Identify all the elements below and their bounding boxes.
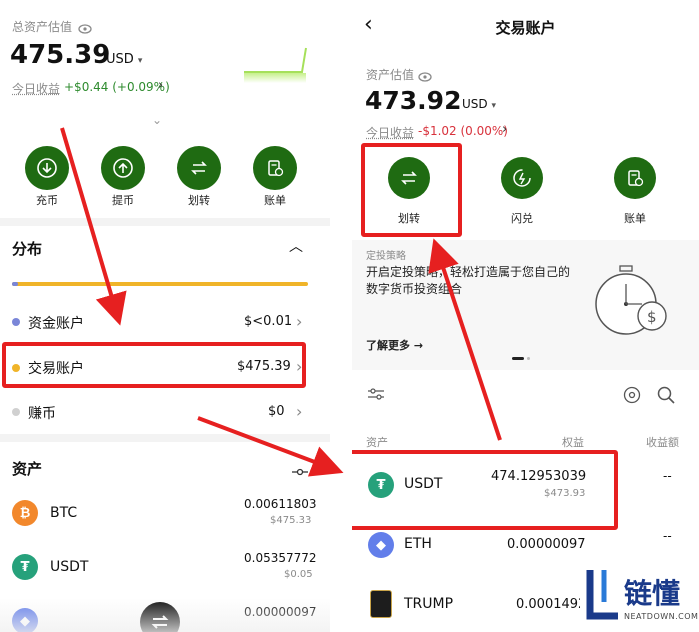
page-title: 交易账户 <box>495 19 556 37</box>
watermark-logo <box>586 570 618 620</box>
asset-amount: 0.00000097 <box>244 605 317 619</box>
panel-gap <box>330 0 352 632</box>
deposit-button[interactable] <box>25 146 69 190</box>
trump-icon <box>370 590 392 618</box>
total-assets-label: 总资产估值 <box>12 20 73 34</box>
asset-amount: 0.00611803 <box>244 497 317 511</box>
earn-dot <box>12 408 20 416</box>
highlight-box-trading-account <box>2 342 306 388</box>
swap-icon <box>151 615 169 629</box>
watermark-domain: NEATDOWN.COM <box>624 612 699 621</box>
col-header-asset: 资产 <box>366 436 388 449</box>
stopwatch-illustration: $ <box>595 265 667 335</box>
flash-swap-label: 闪兑 <box>511 212 533 225</box>
eye-icon[interactable] <box>418 67 432 86</box>
chevron-right-icon: › <box>296 312 303 331</box>
watermark-brand: 链懂 <box>624 577 681 610</box>
watermark: 链懂 NEATDOWN.COM <box>580 562 699 632</box>
account-value: $<0.01 <box>244 314 293 329</box>
trade-fab-button[interactable] <box>140 602 180 632</box>
promo-text: 开启定投策略，轻松打造属于您自己的数字货币投资组合 <box>366 265 571 296</box>
today-pnl-value[interactable]: -$1.02 (0.00%) <box>418 124 508 138</box>
distribution-title: 分布 <box>12 240 43 258</box>
col-header-pnl: 收益额 <box>646 436 679 449</box>
promo-link[interactable]: 了解更多 → <box>366 337 423 353</box>
asset-symbol: USDT <box>50 559 89 575</box>
distribution-bar <box>12 282 308 286</box>
account-name: 资金账户 <box>28 316 84 332</box>
deposit-label: 充币 <box>36 194 58 207</box>
withdraw-label: 提币 <box>112 194 134 207</box>
bill-label: 账单 <box>264 194 286 207</box>
today-pnl-value[interactable]: +$0.44 (+0.09%) <box>64 80 170 94</box>
svg-text:$: $ <box>647 308 657 326</box>
asset-amount: 0.0001492 <box>516 597 587 612</box>
bill-label: 账单 <box>624 212 646 225</box>
collapse-icon[interactable]: ︿ <box>289 236 303 256</box>
asset-amount: 0.00000097 <box>507 537 586 552</box>
carousel-dot <box>527 357 530 360</box>
distribution-bar-funding <box>12 282 18 286</box>
caret-down-icon: ▾ <box>137 56 143 66</box>
transfer-button[interactable] <box>177 146 221 190</box>
asset-symbol: ETH <box>404 536 432 552</box>
eth-icon: ◆ <box>12 608 38 632</box>
search-icon[interactable] <box>657 386 675 408</box>
chevron-right-icon: › <box>296 402 303 421</box>
col-header-equity: 权益 <box>562 436 584 449</box>
btc-icon: ₿ <box>12 500 38 526</box>
promo-card[interactable]: 定投策略 开启定投策略，轻松打造属于您自己的数字货币投资组合 了解更多 → $ <box>352 240 699 370</box>
promo-tag: 定投策略 <box>366 251 406 262</box>
chevron-right-icon[interactable]: › <box>158 78 163 93</box>
today-pnl-label: 今日收益 <box>366 126 415 140</box>
carousel-dot-active <box>512 357 524 360</box>
transfer-label: 划转 <box>188 194 210 207</box>
currency-label: USD <box>462 97 488 111</box>
bill-icon <box>628 170 644 187</box>
asset-amount: 0.05357772 <box>244 551 317 565</box>
asset-usd: $475.33 <box>270 515 312 526</box>
eth-icon: ◆ <box>368 532 394 558</box>
wallet-overview-screen: 总资产估值 475.39 USD ▾ 今日收益 +$0.44 (+0.09%) … <box>0 0 330 632</box>
asset-usd: $0.05 <box>284 569 313 580</box>
valuation-value: 473.92 <box>365 86 462 115</box>
asset-symbol: TRUMP <box>404 596 454 612</box>
trading-account-screen: ‹ 交易账户 资产估值 473.92 USD ▾ 今日收益 -$1.02 (0.… <box>352 0 699 632</box>
account-value: $0 <box>268 404 285 419</box>
total-assets-value: 475.39 <box>10 40 111 70</box>
currency-label: USD <box>106 52 134 67</box>
currency-selector[interactable]: USD ▾ <box>462 97 496 111</box>
chevron-right-icon[interactable]: › <box>502 122 507 137</box>
withdraw-button[interactable] <box>101 146 145 190</box>
filter-icon[interactable] <box>368 386 384 406</box>
filter-icon[interactable] <box>292 462 308 481</box>
currency-selector[interactable]: USD ▾ <box>106 52 142 67</box>
asset-pnl: -- <box>663 529 672 543</box>
sparkline-chart <box>244 47 307 83</box>
section-divider <box>0 218 330 226</box>
valuation-label: 资产估值 <box>366 68 415 82</box>
highlight-box-transfer <box>361 143 462 237</box>
flash-swap-icon <box>513 169 531 187</box>
settings-icon[interactable] <box>623 386 641 408</box>
flash-swap-button[interactable] <box>501 157 543 199</box>
asset-symbol: BTC <box>50 505 78 521</box>
today-pnl-label: 今日收益 <box>12 82 61 96</box>
highlight-box-usdt <box>352 450 618 530</box>
bill-icon <box>268 160 284 177</box>
deposit-icon <box>37 158 57 178</box>
transfer-icon <box>191 161 207 175</box>
withdraw-icon <box>113 158 133 178</box>
eye-icon[interactable] <box>78 19 92 38</box>
bill-button[interactable] <box>253 146 297 190</box>
assets-title: 资产 <box>12 460 43 478</box>
asset-pnl: -- <box>663 469 672 483</box>
funding-dot <box>12 318 20 326</box>
usdt-icon: ₮ <box>12 554 38 580</box>
chevron-down-icon[interactable]: ⌄ <box>152 113 162 127</box>
caret-down-icon: ▾ <box>491 101 496 111</box>
bill-button[interactable] <box>614 157 656 199</box>
section-divider <box>0 434 330 442</box>
account-name: 赚币 <box>28 406 56 422</box>
